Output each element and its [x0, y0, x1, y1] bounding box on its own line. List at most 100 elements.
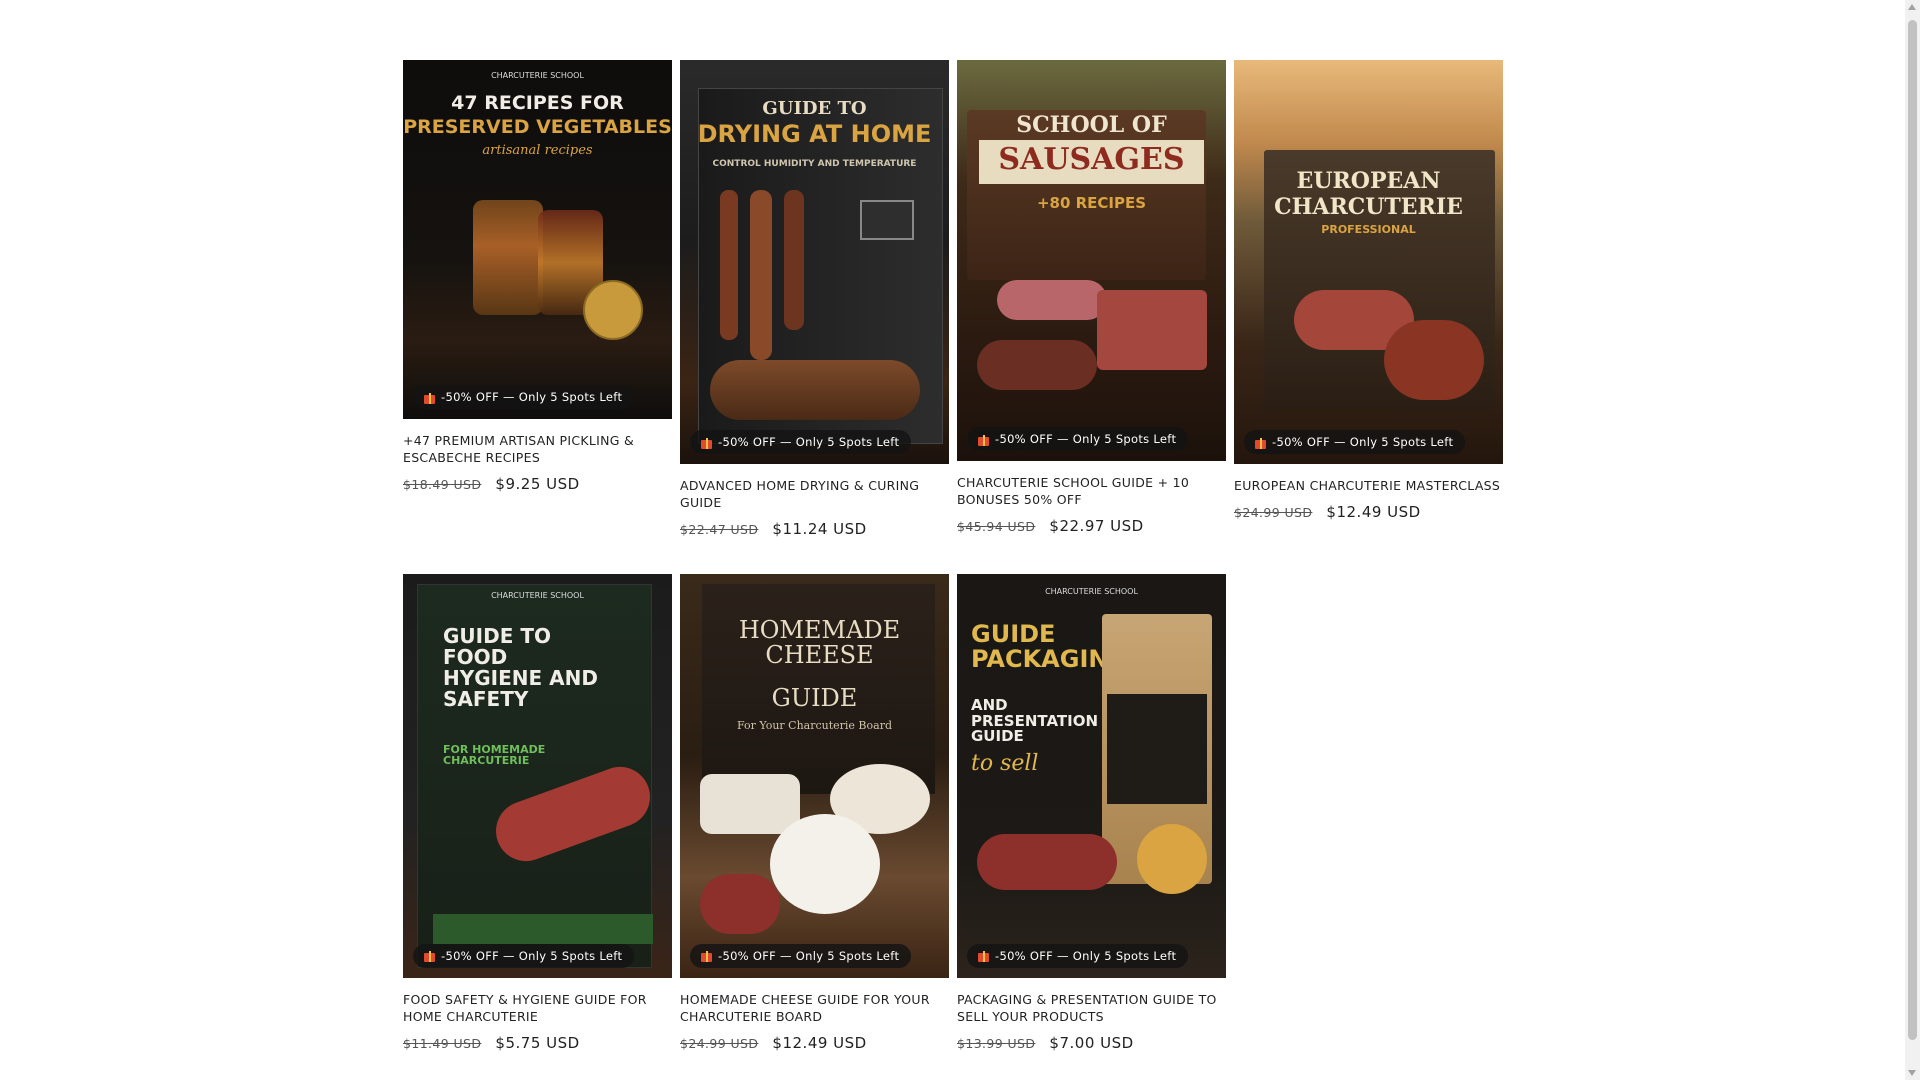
cover-main: 47 RECIPES FOR [451, 92, 624, 114]
price-row: $24.99 USD $12.49 USD [680, 1034, 949, 1052]
cover-tag: to sell [971, 750, 1039, 776]
product-card[interactable]: CHARCUTERIE SCHOOL GUIDE PACKAGING AND P… [957, 573, 1226, 1052]
product-image[interactable]: CHARCUTERIE SCHOOL GUIDE PACKAGING AND P… [957, 573, 1226, 978]
cover-sub: GUIDE [771, 683, 858, 712]
salami-illustration [977, 833, 1117, 890]
gift-icon [423, 949, 436, 963]
price-row: $13.99 USD $7.00 USD [957, 1034, 1226, 1052]
product-card[interactable]: EUROPEAN CHARCUTERIE PROFESSIONAL -50% O… [1234, 60, 1503, 521]
meat-illustration [710, 360, 920, 420]
gift-icon [700, 949, 713, 963]
discount-badge: -50% OFF — Only 5 Spots Left [413, 943, 635, 968]
regular-price: $45.94 USD [957, 518, 1036, 534]
discount-badge: -50% OFF — Only 5 Spots Left [690, 943, 912, 968]
product-title[interactable]: CHARCUTERIE SCHOOL GUIDE + 10 BONUSES 50… [957, 475, 1226, 509]
meat-illustration [997, 280, 1107, 320]
cover-top: CHARCUTERIE SCHOOL [1045, 586, 1138, 596]
product-title[interactable]: PACKAGING & PRESENTATION GUIDE TO SELL Y… [957, 992, 1226, 1026]
discount-badge: -50% OFF — Only 5 Spots Left [1244, 430, 1466, 454]
gift-icon [423, 391, 436, 404]
product-title[interactable]: ADVANCED HOME DRYING & CURING GUIDE [680, 478, 949, 512]
product-card[interactable]: HOMEMADE CHEESE GUIDE For Your Charcuter… [680, 573, 949, 1052]
sale-price: $5.75 USD [495, 1033, 580, 1052]
discount-badge: -50% OFF — Only 5 Spots Left [413, 385, 635, 409]
ham-illustration [1097, 290, 1207, 370]
discount-badge: -50% OFF — Only 5 Spots Left [967, 943, 1189, 968]
regular-price: $24.99 USD [1234, 504, 1313, 520]
cover-main: GUIDE TO FOOD HYGIENE AND SAFETY [443, 623, 598, 711]
cover-main: EUROPEAN [1296, 168, 1441, 194]
regular-price: $22.47 USD [680, 521, 759, 537]
product-image[interactable]: HOMEMADE CHEESE GUIDE For Your Charcuter… [680, 573, 949, 978]
cover-sub: AND PRESENTATION GUIDE [971, 695, 1099, 746]
label-illustration [1107, 693, 1207, 804]
regular-price: $13.99 USD [957, 1035, 1036, 1051]
product-card[interactable]: SCHOOL OF SAUSAGES +80 RECIPES -50% OFF … [957, 60, 1226, 535]
sale-price: $11.24 USD [772, 519, 867, 538]
gift-icon [700, 436, 713, 449]
product-image[interactable]: CHARCUTERIE SCHOOL 47 RECIPES FOR PRESER… [403, 60, 672, 419]
cheese-illustration [770, 813, 880, 914]
price-row: $11.49 USD $5.75 USD [403, 1034, 672, 1052]
footer-band [433, 913, 653, 944]
jar-illustration [473, 200, 543, 315]
scroll-down-arrow-icon[interactable] [1908, 1070, 1916, 1076]
regular-price: $24.99 USD [680, 1035, 759, 1051]
product-image[interactable]: CHARCUTERIE SCHOOL GUIDE TO FOOD HYGIENE… [403, 573, 672, 978]
gift-icon [977, 949, 990, 963]
sale-price: $9.25 USD [495, 474, 580, 493]
product-image[interactable]: EUROPEAN CHARCUTERIE PROFESSIONAL -50% O… [1234, 60, 1503, 464]
cover-tag: For Your Charcuterie Board [736, 718, 892, 732]
vertical-scrollbar[interactable] [1905, 0, 1920, 1080]
sale-price: $12.49 USD [772, 1033, 867, 1052]
cover-sub: PRESERVED VEGETABLES [403, 116, 672, 138]
gift-icon [1254, 436, 1267, 449]
product-title[interactable]: FOOD SAFETY & HYGIENE GUIDE FOR HOME CHA… [403, 992, 672, 1026]
product-image[interactable]: GUIDE TO DRYING AT HOME CONTROL HUMIDITY… [680, 60, 949, 464]
price-row: $18.49 USD $9.25 USD [403, 475, 672, 493]
product-grid: CHARCUTERIE SCHOOL 47 RECIPES FOR PRESER… [403, 60, 1503, 1052]
sausage-illustration [750, 190, 772, 360]
price-row: $22.47 USD $11.24 USD [680, 520, 949, 538]
cover-sub: DRYING AT HOME [697, 120, 932, 148]
price-row: $45.94 USD $22.97 USD [957, 517, 1226, 535]
salami-illustration [700, 873, 780, 934]
cover-main: GUIDE TO [762, 98, 867, 119]
cover-main: HOMEMADE CHEESE [738, 615, 901, 669]
sausage-illustration [720, 190, 738, 340]
seal-badge [583, 280, 643, 340]
product-image[interactable]: SCHOOL OF SAUSAGES +80 RECIPES -50% OFF … [957, 60, 1226, 461]
cheese-illustration [700, 773, 800, 834]
scrollbar-thumb[interactable] [1908, 20, 1917, 1040]
regular-price: $11.49 USD [403, 1035, 482, 1051]
cover-sub: SAUSAGES [998, 142, 1185, 177]
product-title[interactable]: HOMEMADE CHEESE GUIDE FOR YOUR CHARCUTER… [680, 992, 949, 1026]
sale-price: $12.49 USD [1326, 502, 1421, 521]
product-card[interactable]: CHARCUTERIE SCHOOL 47 RECIPES FOR PRESER… [403, 60, 672, 493]
cover-tag: CONTROL HUMIDITY AND TEMPERATURE [712, 159, 917, 169]
cover-top: CHARCUTERIE SCHOOL [491, 71, 584, 80]
cover-main: GUIDE PACKAGING [971, 619, 1129, 673]
discount-badge: -50% OFF — Only 5 Spots Left [967, 427, 1189, 451]
price-row: $24.99 USD $12.49 USD [1234, 503, 1503, 521]
cover-tag: FOR HOMEMADE CHARCUTERIE [443, 742, 546, 768]
seal-badge [1137, 823, 1207, 894]
product-card[interactable]: CHARCUTERIE SCHOOL GUIDE TO FOOD HYGIENE… [403, 573, 672, 1052]
sale-price: $22.97 USD [1049, 516, 1144, 535]
cover-tag: +80 RECIPES [1036, 194, 1147, 212]
cover-main: SCHOOL OF [1016, 112, 1167, 138]
discount-badge: -50% OFF — Only 5 Spots Left [690, 430, 912, 454]
sale-price: $7.00 USD [1049, 1033, 1134, 1052]
scroll-up-arrow-icon[interactable] [1908, 4, 1916, 10]
cover-tag: artisanal recipes [482, 143, 593, 158]
cover-tag: PROFESSIONAL [1321, 223, 1416, 236]
cover-top: CHARCUTERIE SCHOOL [491, 590, 584, 600]
regular-price: $18.49 USD [403, 476, 482, 492]
product-card[interactable]: GUIDE TO DRYING AT HOME CONTROL HUMIDITY… [680, 60, 949, 538]
thermometer-illustration [860, 200, 914, 240]
gift-icon [977, 433, 990, 446]
sausage-illustration [977, 340, 1097, 390]
salami-illustration [1384, 320, 1484, 400]
product-title[interactable]: EUROPEAN CHARCUTERIE MASTERCLASS [1234, 478, 1503, 495]
product-title[interactable]: +47 PREMIUM ARTISAN PICKLING & ESCABECHE… [403, 433, 672, 467]
